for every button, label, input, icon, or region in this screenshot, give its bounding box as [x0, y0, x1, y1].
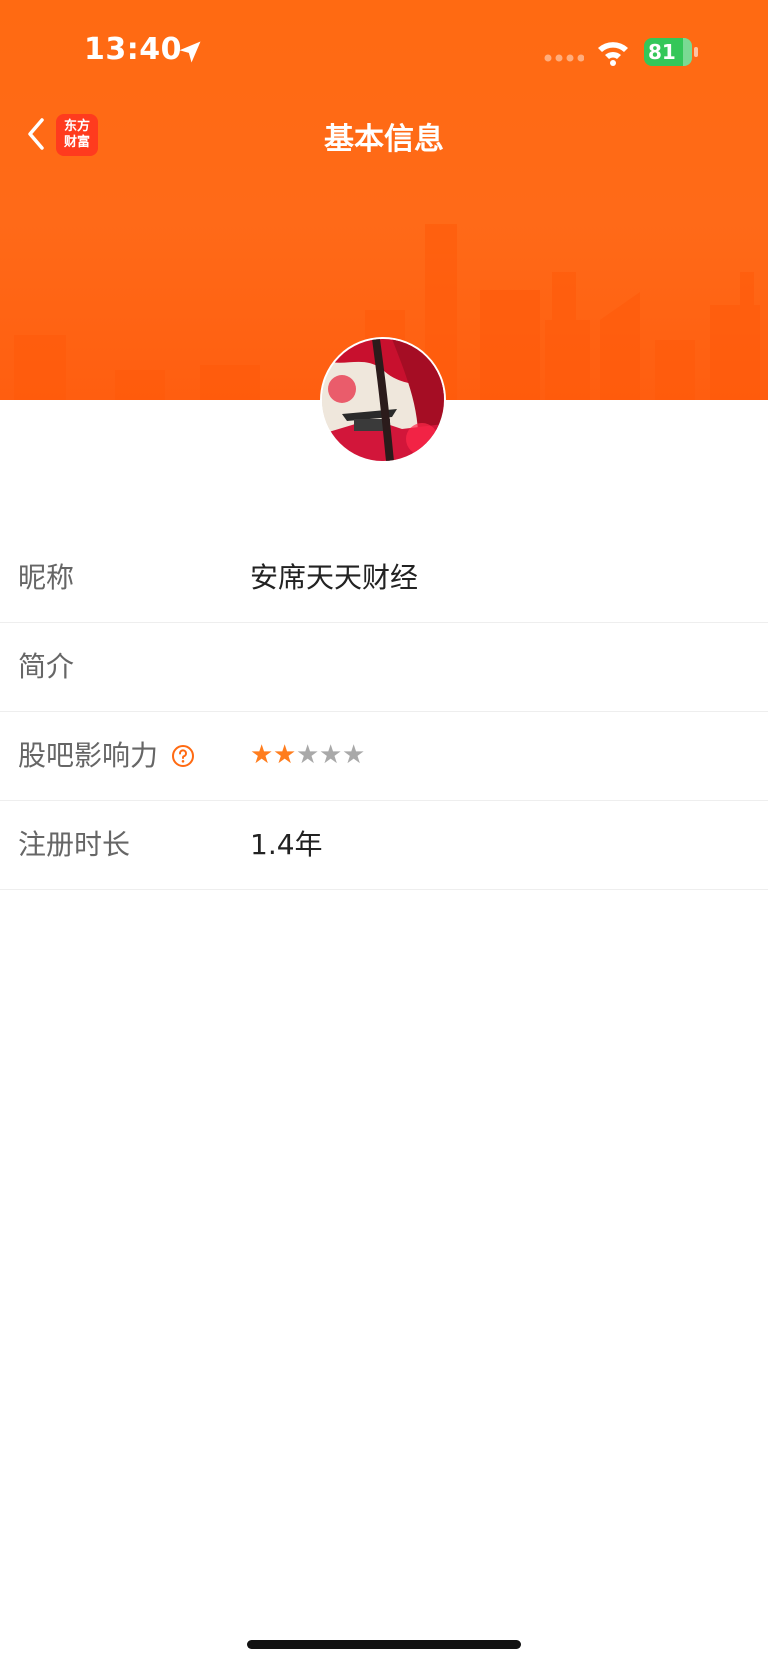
bio-label: 简介: [18, 650, 75, 683]
nickname-value: 安席天天财经: [250, 561, 419, 594]
battery-percent: 81: [648, 40, 676, 64]
star-filled-icon: ★: [250, 740, 274, 770]
row-bio: 简介: [0, 623, 768, 712]
star-empty-icon: ★: [296, 740, 320, 770]
influence-label: 股吧影响力: [18, 739, 159, 772]
location-arrow-icon: [179, 41, 201, 63]
registration-label: 注册时长: [18, 828, 131, 861]
row-nickname: 昵称 安席天天财经: [0, 534, 768, 623]
status-time: 13:40: [84, 32, 182, 67]
star-filled-icon: ★: [273, 740, 297, 770]
home-indicator[interactable]: [247, 1640, 521, 1649]
nickname-label: 昵称: [18, 561, 75, 594]
profile-info-list: 昵称 安席天天财经 简介 股吧影响力 ★★★★★ 注册时长 1.4年: [0, 534, 768, 890]
registration-value: 1.4年: [250, 828, 323, 861]
star-empty-icon: ★: [342, 740, 366, 770]
row-influence: 股吧影响力 ★★★★★: [0, 712, 768, 801]
wifi-icon: [598, 42, 628, 66]
question-circle-icon[interactable]: [171, 744, 195, 768]
battery-indicator: 81: [644, 38, 698, 66]
row-registration: 注册时长 1.4年: [0, 801, 768, 890]
star-empty-icon: ★: [319, 740, 343, 770]
battery-level: 81: [644, 38, 692, 66]
avatar-image: [322, 339, 444, 461]
influence-rating: ★★★★★: [250, 740, 365, 770]
cellular-signal-icon: [544, 54, 584, 62]
status-bar: 13:40 81: [0, 0, 768, 100]
avatar[interactable]: [320, 337, 446, 463]
page-title: 基本信息: [324, 122, 444, 157]
